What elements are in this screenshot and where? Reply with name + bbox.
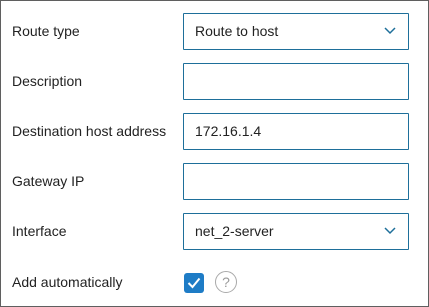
chevron-down-icon	[384, 27, 396, 35]
add-automatically-checkbox[interactable]	[184, 273, 204, 293]
gateway-label: Gateway IP	[12, 173, 85, 189]
chevron-down-icon	[384, 227, 396, 235]
help-circle-icon[interactable]: ?	[215, 271, 237, 293]
interface-select[interactable]: net_2-server	[183, 213, 409, 250]
route-type-select[interactable]: Route to host	[183, 13, 409, 50]
checkmark-icon	[187, 277, 201, 289]
route-type-label: Route type	[12, 23, 80, 39]
interface-label: Interface	[12, 223, 67, 239]
interface-value: net_2-server	[195, 223, 274, 239]
destination-value: 172.16.1.4	[195, 123, 262, 139]
destination-label: Destination host address	[12, 123, 167, 139]
destination-input[interactable]: 172.16.1.4	[183, 113, 409, 150]
add-automatically-label: Add automatically	[12, 274, 123, 290]
route-type-value: Route to host	[195, 23, 279, 39]
description-label: Description	[12, 73, 83, 89]
route-form-panel: Route type Route to host Description Des…	[0, 0, 429, 307]
gateway-input[interactable]	[183, 163, 409, 200]
description-input[interactable]	[183, 63, 409, 100]
